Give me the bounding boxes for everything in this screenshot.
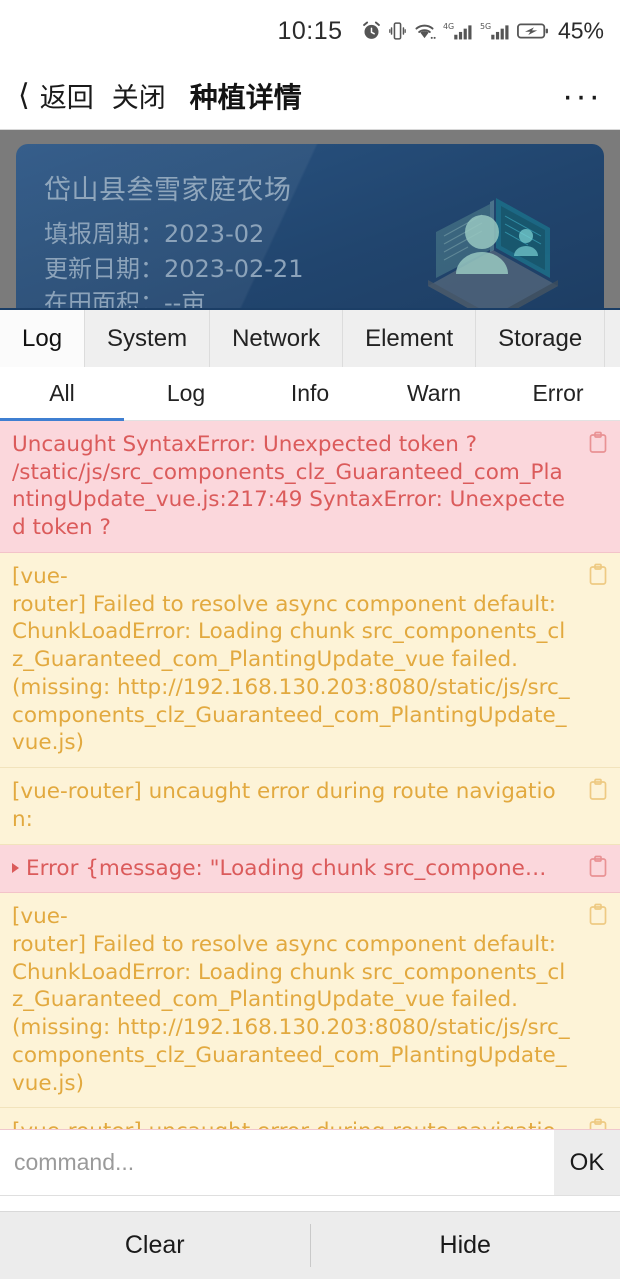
expand-triangle-icon[interactable] <box>12 862 19 873</box>
tab-network[interactable]: Network <box>210 310 344 367</box>
command-ok-button[interactable]: OK <box>554 1130 620 1195</box>
more-options-icon[interactable]: ··· <box>562 79 602 113</box>
clipboard-copy-icon[interactable] <box>588 778 608 802</box>
filter-all[interactable]: All <box>0 367 124 421</box>
clear-button[interactable]: Clear <box>0 1212 310 1279</box>
farm-summary-card: 岱山县叁雪家庭农场 填报周期：2023-02 更新日期：2023-02-21 在… <box>16 144 604 308</box>
back-chevron-icon[interactable]: ⟨ <box>18 80 30 111</box>
status-bar: 10:15 4G 5G 45% <box>0 0 620 62</box>
log-entry-warn[interactable]: [vue- router] Failed to resolve async co… <box>0 893 620 1109</box>
log-entry-warn[interactable]: [vue- router] Failed to resolve async co… <box>0 552 620 769</box>
farm-name: 岱山县叁雪家庭农场 <box>44 175 292 206</box>
log-entry-error[interactable]: Error {message: "Loading chunk src_compo… <box>0 844 620 894</box>
command-input[interactable] <box>0 1130 554 1195</box>
signal-4g-icon: 4G <box>443 21 473 42</box>
log-entry-warn[interactable]: [vue-router] uncaught error during route… <box>0 1108 620 1129</box>
clipboard-copy-icon[interactable] <box>588 431 608 455</box>
svg-text:5G: 5G <box>480 22 491 31</box>
vconsole-tab-bar[interactable]: Log System Network Element Storage <box>0 310 620 367</box>
clipboard-copy-icon[interactable] <box>588 563 608 587</box>
tab-overflow[interactable] <box>605 310 620 367</box>
log-level-filter-bar[interactable]: All Log Info Warn Error <box>0 367 620 421</box>
log-entry-text: [vue-router] uncaught error during route… <box>12 1118 574 1129</box>
log-entry-text: [vue-router] uncaught error during route… <box>12 779 556 832</box>
app-root: 10:15 4G 5G 45% ⟨ 返回 关闭 种植详情 ··· 岱山县叁雪家庭… <box>0 0 620 1279</box>
log-entry-text: [vue- router] Failed to resolve async co… <box>12 904 570 1096</box>
vconsole-footer: Clear Hide <box>0 1211 620 1279</box>
tab-storage[interactable]: Storage <box>476 310 606 367</box>
tab-log[interactable]: Log <box>0 310 86 367</box>
log-entry-text: [vue- router] Failed to resolve async co… <box>12 563 570 756</box>
farm-field-area: 在田面积：--亩 <box>44 289 206 308</box>
vconsole-panel: Log System Network Element Storage All L… <box>0 308 620 1279</box>
vibrate-icon <box>389 21 406 42</box>
log-entry-warn[interactable]: [vue-router] uncaught error during route… <box>0 768 620 845</box>
tab-system[interactable]: System <box>85 310 211 367</box>
clipboard-copy-icon[interactable] <box>588 903 608 927</box>
tab-element[interactable]: Element <box>343 310 477 367</box>
filter-warn[interactable]: Warn <box>372 367 496 420</box>
clipboard-copy-icon[interactable] <box>588 855 608 879</box>
title-bar: ⟨ 返回 关闭 种植详情 ··· <box>0 62 620 130</box>
filter-info[interactable]: Info <box>248 367 372 420</box>
farm-summary-text: 岱山县叁雪家庭农场 填报周期：2023-02 更新日期：2023-02-21 在… <box>16 144 604 308</box>
log-entry-text: Uncaught SyntaxError: Unexpected token ?… <box>12 432 565 541</box>
log-entry-text: Error {message: "Loading chunk src_compo… <box>12 855 574 883</box>
filter-log[interactable]: Log <box>124 367 248 420</box>
signal-5g-icon: 5G <box>480 21 510 42</box>
wifi-icon <box>413 21 436 42</box>
command-bar-divider <box>0 1195 620 1211</box>
page-title: 种植详情 <box>189 80 302 114</box>
svg-text:4G: 4G <box>443 22 454 31</box>
status-bar-icons: 4G 5G 45% <box>361 18 604 45</box>
battery-percent-label: 45% <box>557 17 604 44</box>
farm-update-date: 更新日期：2023-02-21 <box>44 254 304 283</box>
hide-button[interactable]: Hide <box>311 1212 620 1279</box>
page-content-behind-overlay: 岱山县叁雪家庭农场 填报周期：2023-02 更新日期：2023-02-21 在… <box>0 130 620 308</box>
log-entry-list[interactable]: Uncaught SyntaxError: Unexpected token ?… <box>0 421 620 1129</box>
alarm-icon <box>361 21 382 42</box>
battery-charging-icon <box>517 22 549 41</box>
farm-report-period: 填报周期：2023-02 <box>44 220 265 248</box>
clipboard-copy-icon[interactable] <box>588 1118 608 1129</box>
command-bar: OK <box>0 1129 620 1195</box>
close-button[interactable]: 关闭 <box>112 76 166 115</box>
back-button[interactable]: 返回 <box>40 76 94 115</box>
log-entry-error[interactable]: Uncaught SyntaxError: Unexpected token ?… <box>0 421 620 553</box>
filter-error[interactable]: Error <box>496 367 620 420</box>
